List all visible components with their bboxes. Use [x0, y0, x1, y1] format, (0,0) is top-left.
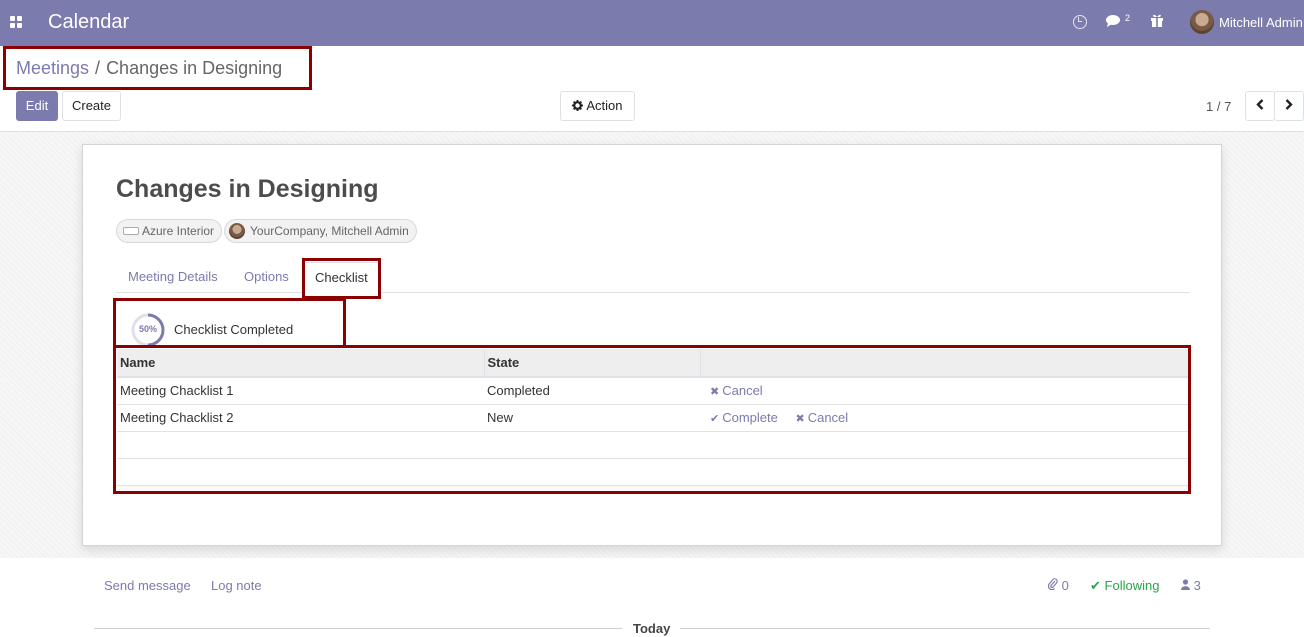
breadcrumb-meetings-link[interactable]: Meetings [16, 58, 89, 78]
progress-percent-label: 50% [138, 324, 157, 334]
breadcrumb-current: Changes in Designing [106, 58, 283, 78]
chevron-left-icon [1256, 98, 1264, 113]
attachments-button[interactable]: 0 [1047, 578, 1069, 593]
attachments-count: 0 [1061, 578, 1069, 593]
partner-tag-azure-interior[interactable]: Azure Interior [116, 219, 223, 243]
date-separator-label: Today [633, 621, 671, 636]
empty-row [117, 431, 1189, 459]
checklist-progress-circle: 50% [131, 313, 165, 347]
followers-button[interactable]: 3 [1181, 578, 1201, 593]
complete-button[interactable]: ✔ Complete [710, 410, 778, 425]
followers-count: 3 [1193, 578, 1201, 593]
breadcrumb-separator: / [95, 58, 101, 78]
pager-previous-button[interactable] [1245, 91, 1275, 121]
cell-actions: ✖ Cancel [700, 377, 1189, 405]
date-separator-line [94, 628, 622, 629]
log-note-button[interactable]: Log note [211, 578, 262, 593]
apps-menu-icon[interactable] [10, 16, 22, 28]
form-tabs: Meeting Details Options Checklist [116, 262, 1190, 293]
top-navbar: Calendar 2 Mitchell Admin [0, 0, 1304, 46]
pager-next-button[interactable] [1274, 91, 1304, 121]
table-footer-row [117, 485, 1189, 492]
action-button[interactable]: Action [560, 91, 635, 121]
empty-row [117, 458, 1189, 486]
avatar-icon [229, 223, 245, 239]
user-avatar[interactable] [1190, 10, 1214, 34]
user-icon [1181, 578, 1190, 593]
column-header-name[interactable]: Name [117, 349, 484, 378]
tab-meeting-details[interactable]: Meeting Details [128, 262, 218, 293]
complete-label: Complete [722, 410, 778, 425]
pager-value[interactable]: 1 / 7 [1206, 99, 1231, 114]
cancel-button[interactable]: ✖ Cancel [710, 383, 763, 398]
chat-icon[interactable] [1106, 14, 1122, 28]
breadcrumb: Meetings / Changes in Designing [16, 58, 282, 79]
column-header-state[interactable]: State [483, 349, 700, 378]
cell-name: Meeting Chacklist 1 [117, 377, 484, 405]
tag-label: Azure Interior [142, 224, 215, 238]
gear-icon [572, 93, 584, 121]
form-sheet: Changes in Designing Azure Interior Your… [82, 144, 1222, 546]
chevron-right-icon [1285, 98, 1293, 113]
company-logo-icon [123, 227, 139, 235]
record-title: Changes in Designing [116, 175, 379, 203]
check-icon: ✔ [710, 413, 720, 425]
cancel-label: Cancel [722, 383, 763, 399]
times-icon: ✖ [710, 386, 720, 399]
following-button[interactable]: ✔ Following [1090, 578, 1159, 594]
create-button[interactable]: Create [62, 91, 121, 121]
checklist-status-text: Checklist Completed [174, 322, 294, 337]
check-icon: ✔ [1090, 578, 1101, 593]
action-label: Action [586, 98, 623, 113]
table-row[interactable]: Meeting Chacklist 2 New ✔ Complete ✖ Cance… [117, 404, 1189, 432]
following-label: Following [1104, 578, 1160, 593]
tab-options[interactable]: Options [244, 262, 289, 293]
cell-name: Meeting Chacklist 2 [117, 404, 484, 432]
send-message-button[interactable]: Send message [104, 578, 191, 593]
partner-tag-mitchell-admin[interactable]: YourCompany, Mitchell Admin [224, 219, 417, 243]
messages-badge: 2 [1125, 13, 1131, 23]
cancel-label: Cancel [807, 410, 849, 425]
paperclip-icon [1047, 578, 1058, 593]
cancel-button[interactable]: ✖ Cancel [795, 410, 848, 425]
edit-button[interactable]: Edit [16, 91, 58, 121]
table-row[interactable]: Meeting Chacklist 1 Completed ✖ Cancel [117, 377, 1189, 405]
cell-state: Completed [484, 377, 700, 405]
checklist-table: Name State Meeting Chacklist 1 Completed… [117, 349, 1189, 492]
clock-icon[interactable] [1073, 15, 1087, 29]
date-separator-line [680, 628, 1210, 629]
user-name[interactable]: Mitchell Admin [1219, 15, 1303, 30]
cell-state: New [484, 404, 700, 432]
table-header-row: Name State [117, 349, 1189, 378]
app-title[interactable]: Calendar [48, 11, 129, 34]
tag-label: YourCompany, Mitchell Admin [250, 224, 409, 238]
times-icon: ✖ [795, 413, 805, 425]
gift-icon[interactable] [1150, 13, 1164, 27]
column-header-actions [699, 349, 1189, 378]
tab-checklist[interactable]: Checklist [304, 262, 379, 293]
cell-actions: ✔ Complete ✖ Cancel [700, 404, 1189, 432]
